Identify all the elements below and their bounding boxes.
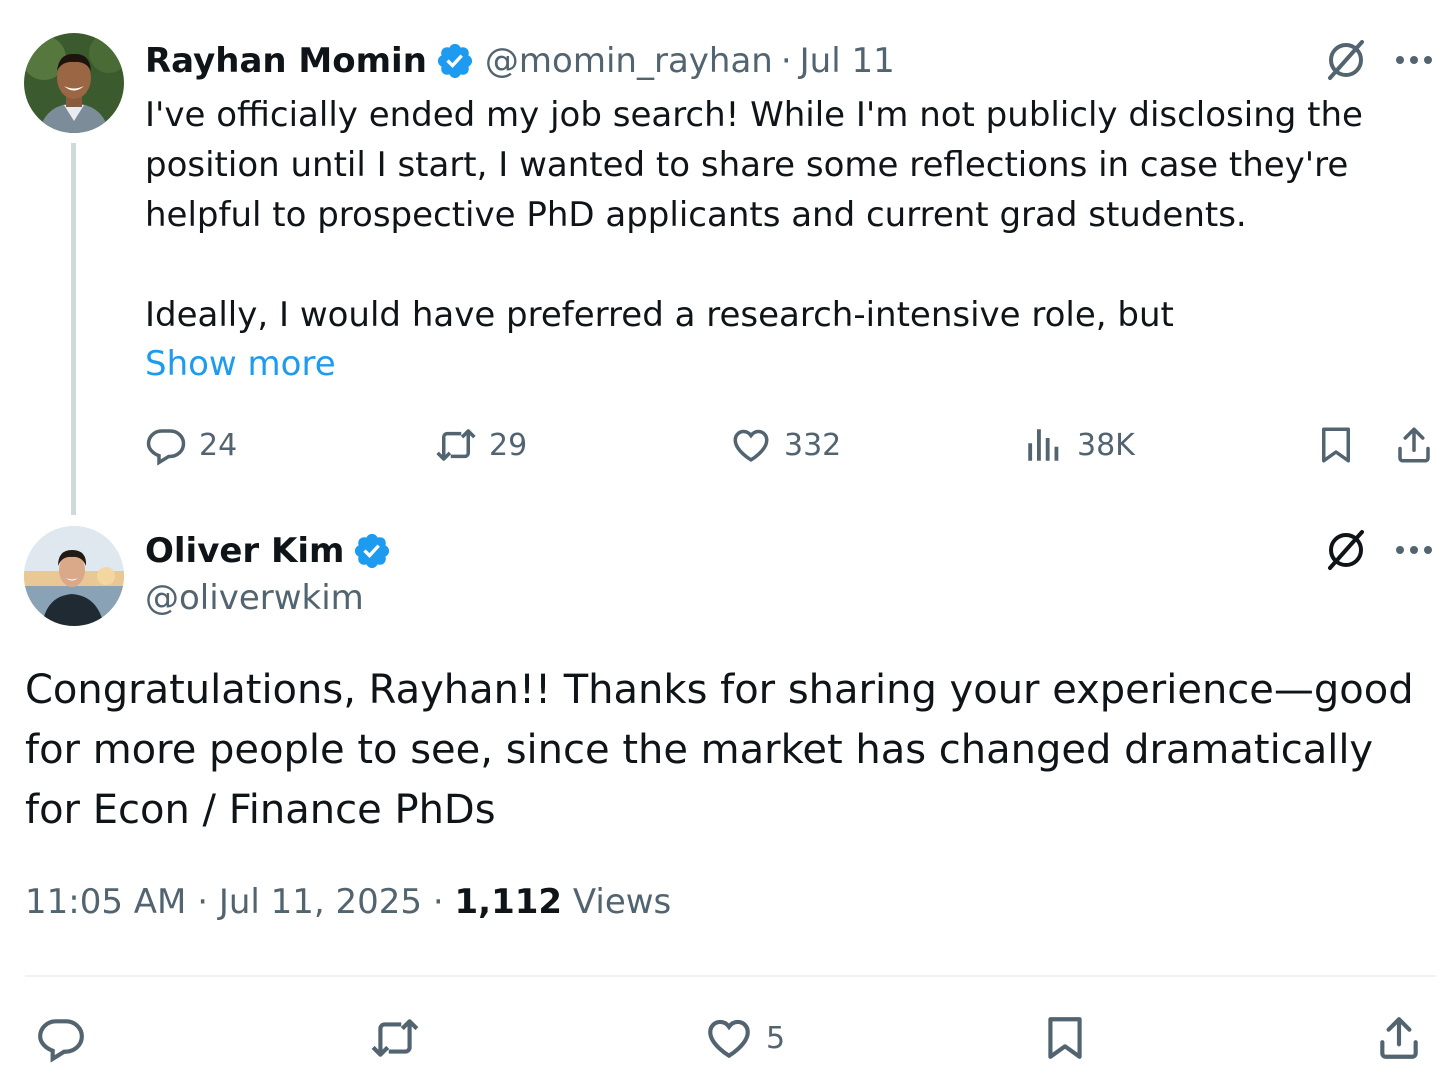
parent-tweet-actions: 24 29 332 38K [145,420,1435,470]
reply-count: 24 [199,427,238,463]
reply-tweet-actions: 5 [0,1008,1456,1068]
bookmark-icon [1322,427,1350,463]
views-icon [1028,429,1059,461]
parent-tweet-text: I've officially ended my job search! Whi… [145,95,1363,335]
share-icon [1398,427,1430,463]
author-handle[interactable]: @momin_rayhan [485,41,773,81]
more-icon[interactable] [1392,38,1436,82]
share-button[interactable] [1393,420,1435,470]
repost-icon [371,1019,419,1057]
parent-tweet-top-icons [1322,36,1436,84]
show-more-link[interactable]: Show more [145,339,336,389]
share-icon [1380,1017,1418,1059]
reply-tweet-meta: 11:05 AM · Jul 11, 2025 · 1,112 Views [25,882,671,922]
author-name[interactable]: Rayhan Momin [145,41,427,81]
verified-badge-icon[interactable] [435,41,475,81]
reply-tweet-text: Congratulations, Rayhan!! Thanks for sha… [25,667,1414,833]
more-icon[interactable] [1392,528,1436,572]
verified-badge-icon[interactable] [352,531,392,571]
reply-tweet-header: Oliver Kim [145,528,402,574]
repost-button[interactable]: 29 [435,420,527,470]
like-count: 332 [784,427,842,463]
separator: · [780,41,792,81]
share-button[interactable] [1374,1008,1424,1068]
repost-count: 29 [489,427,528,463]
views-button[interactable]: 38K [1023,420,1135,470]
reply-icon [38,1019,84,1063]
reply-button[interactable] [36,1008,86,1068]
bookmark-icon [1048,1017,1082,1059]
tweet-date[interactable]: Jul 11 [800,41,895,81]
tweet-full-date[interactable]: Jul 11, 2025 [219,882,422,922]
divider [25,975,1436,977]
reply-author-name[interactable]: Oliver Kim [145,531,344,571]
like-icon [708,1019,750,1059]
reply-button[interactable]: 24 [145,420,237,470]
reply-icon [146,429,186,466]
tweet-thread: Rayhan Momin @momin_rayhan · Jul 11 I've… [0,0,1456,1085]
bookmark-button[interactable] [1040,1008,1090,1068]
reply-tweet-top-icons [1322,526,1436,574]
avatar-oliver[interactable] [24,526,124,626]
like-icon [733,429,769,462]
like-button[interactable]: 5 [704,1008,785,1068]
like-count: 5 [766,1020,786,1056]
separator: · [432,882,444,922]
views-count: 38K [1077,427,1135,463]
grok-icon[interactable] [1322,36,1370,84]
reply-author-handle[interactable]: @oliverwkim [145,578,364,618]
repost-button[interactable] [370,1008,420,1068]
repost-icon [436,429,476,461]
parent-tweet-header: Rayhan Momin @momin_rayhan · Jul 11 [145,38,895,84]
avatar-rayhan[interactable] [24,33,124,133]
like-button[interactable]: 332 [730,420,841,470]
grok-icon[interactable] [1322,526,1370,574]
views-count: 1,112 [454,882,563,922]
thread-connector-line [71,143,76,515]
tweet-time[interactable]: 11:05 AM [25,882,186,922]
separator: · [197,882,209,922]
bookmark-button[interactable] [1315,420,1357,470]
views-label: Views [572,882,672,922]
